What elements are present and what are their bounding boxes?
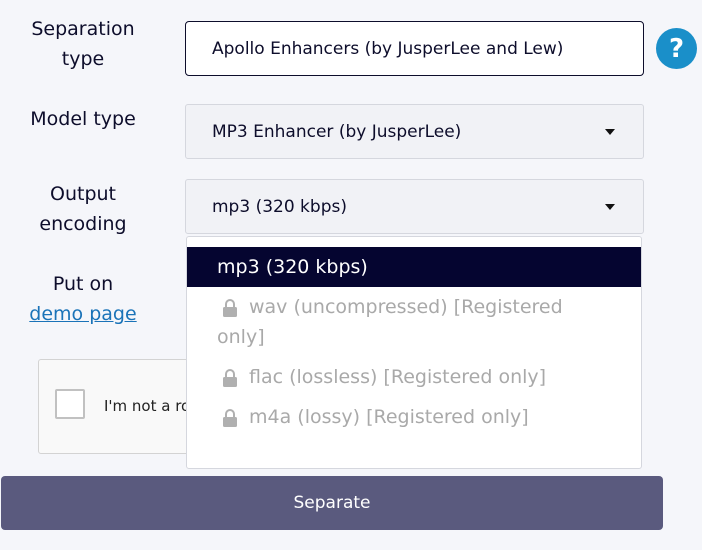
demo-page-link[interactable]: demo page	[18, 299, 148, 329]
model-type-value: MP3 Enhancer (by JusperLee)	[212, 121, 462, 142]
output-encoding-label-line2: encoding	[39, 213, 127, 235]
chevron-down-icon	[605, 203, 615, 210]
lock-icon	[223, 368, 237, 387]
dropdown-option-label: mp3 (320 kbps)	[217, 256, 368, 278]
separate-button[interactable]: Separate	[1, 476, 663, 530]
output-encoding-value: mp3 (320 kbps)	[212, 196, 347, 217]
recaptcha-checkbox[interactable]	[55, 389, 85, 419]
help-icon[interactable]: ?	[656, 28, 697, 69]
separation-type-label: Separation type	[18, 14, 148, 74]
dropdown-option-mp3[interactable]: mp3 (320 kbps)	[187, 247, 641, 287]
demo-page-label: Put on demo page	[18, 269, 148, 329]
dropdown-option-label: flac (lossless) [Registered only]	[249, 366, 547, 388]
output-encoding-label-line1: Output	[50, 183, 116, 205]
lock-icon	[223, 408, 237, 427]
dropdown-option-m4a[interactable]: m4a (lossy) [Registered only]	[187, 402, 641, 432]
recaptcha-label: I'm not a ro	[104, 397, 191, 415]
dropdown-option-label: wav (uncompressed) [Registered	[249, 296, 563, 318]
separation-type-label-line2: type	[61, 48, 105, 70]
chevron-down-icon	[605, 128, 615, 135]
dropdown-option-label-cont: only]	[217, 326, 265, 348]
model-type-select[interactable]: MP3 Enhancer (by JusperLee)	[185, 104, 644, 159]
help-icon-glyph: ?	[668, 33, 685, 64]
dropdown-option-flac[interactable]: flac (lossless) [Registered only]	[187, 362, 641, 392]
output-encoding-dropdown: mp3 (320 kbps) wav (uncompressed) [Regis…	[186, 236, 642, 469]
lock-icon	[223, 298, 237, 317]
separation-type-value: Apollo Enhancers (by JusperLee and Lew)	[212, 38, 564, 59]
model-type-label: Model type	[30, 108, 136, 130]
demo-page-label-line1: Put on	[52, 273, 114, 295]
dropdown-option-wav[interactable]: wav (uncompressed) [Registered only]	[187, 292, 641, 352]
dropdown-option-label: m4a (lossy) [Registered only]	[249, 406, 529, 428]
separation-type-label-line1: Separation	[31, 18, 135, 40]
output-encoding-label: Output encoding	[18, 179, 148, 239]
separation-type-select[interactable]: Apollo Enhancers (by JusperLee and Lew)	[185, 21, 644, 76]
output-encoding-select[interactable]: mp3 (320 kbps)	[185, 179, 644, 234]
